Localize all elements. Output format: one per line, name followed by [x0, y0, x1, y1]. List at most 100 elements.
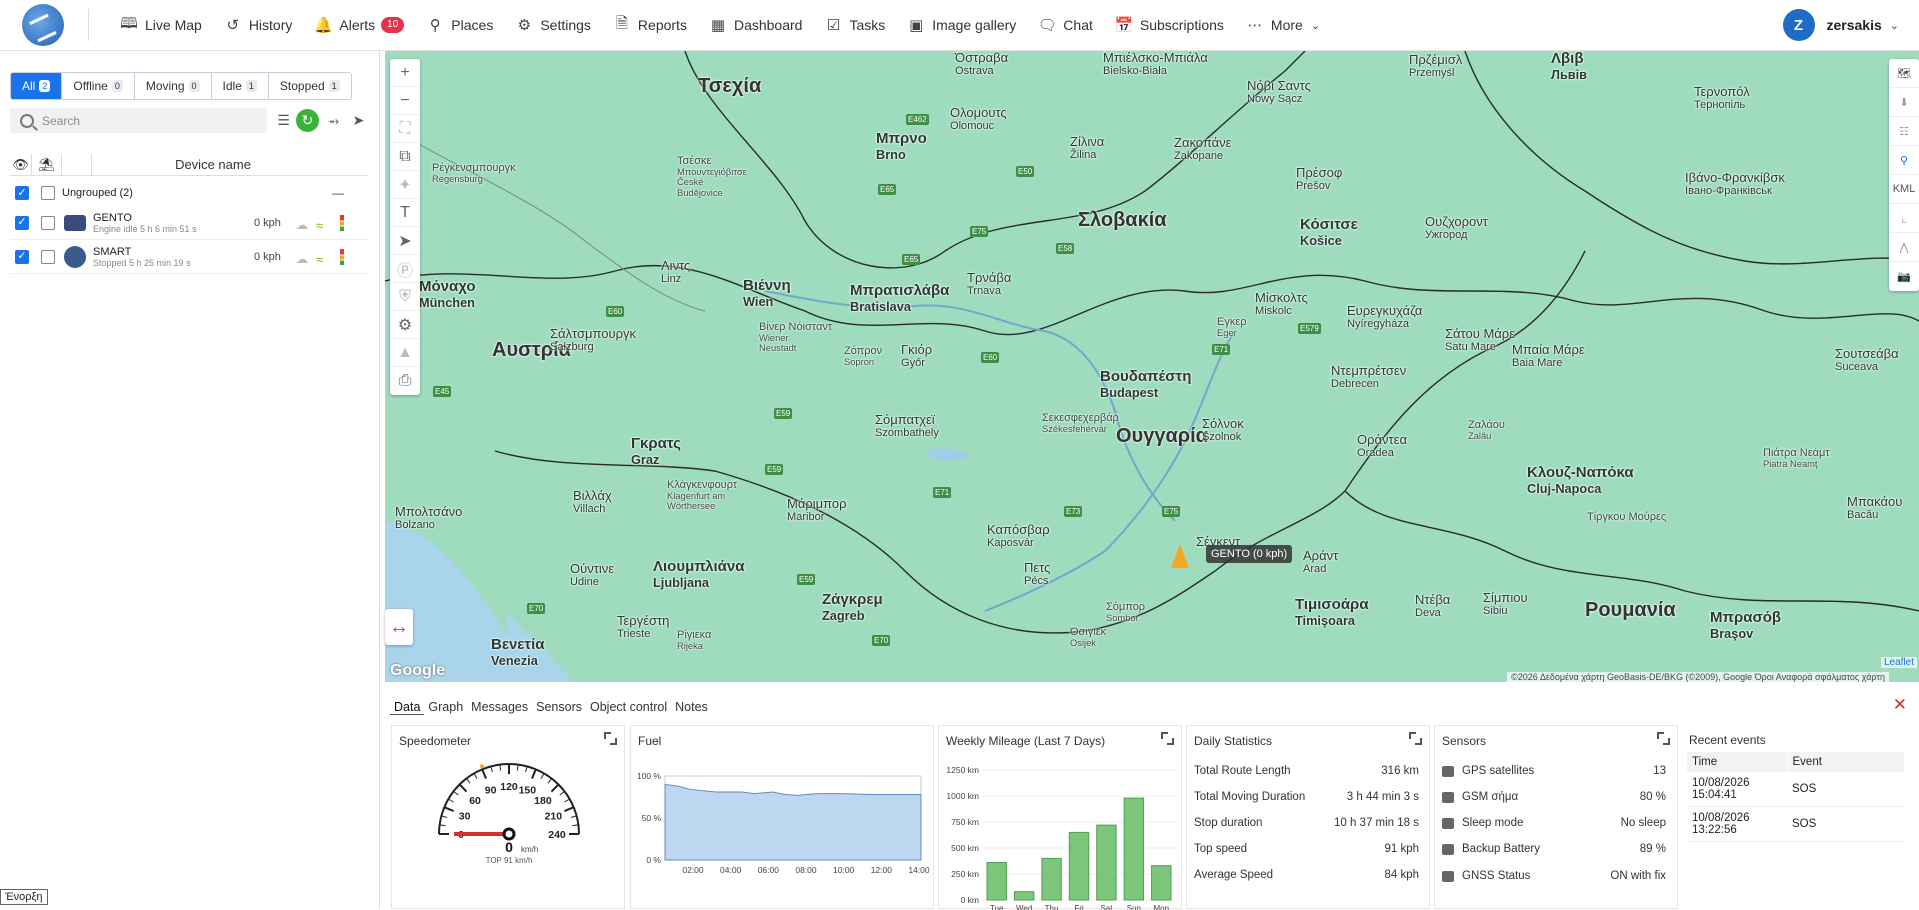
filter-stopped[interactable]: Stopped 1: [268, 73, 351, 99]
road-icon[interactable]: ▲: [390, 339, 420, 367]
gauge-tick: [473, 773, 478, 779]
send-command-icon[interactable]: ➤: [346, 108, 371, 133]
panel-resize-button[interactable]: ↔: [385, 609, 413, 645]
map-place-label: Κόσιτσε Košice: [1300, 216, 1358, 248]
device-visible-checkbox[interactable]: [15, 249, 29, 264]
map-place-label: Τίργκου Μούρες: [1587, 511, 1667, 523]
nav-subscriptions[interactable]: 📅 Subscriptions: [1104, 0, 1235, 51]
zoom-out-button[interactable]: −: [390, 87, 420, 115]
leaflet-link[interactable]: Leaflet: [1880, 657, 1917, 668]
search-input[interactable]: [42, 113, 242, 128]
history-icon: ↺: [226, 17, 240, 34]
tab-data[interactable]: Data: [390, 700, 425, 715]
nav-image-gallery[interactable]: ▣ Image gallery: [896, 0, 1027, 51]
navigate-icon[interactable]: ➤: [390, 227, 420, 255]
map-place-label: Εγκερ Eger: [1217, 316, 1247, 339]
location-pin-icon[interactable]: ⚲: [1889, 146, 1919, 175]
device-row-gento[interactable]: GENTO Engine idle 5 h 6 min 51 s 0 kph ☁…: [10, 206, 368, 240]
nav-image-gallery-label: Image gallery: [932, 17, 1017, 33]
settings-icon[interactable]: ⚙: [390, 311, 420, 339]
nav-tasks[interactable]: ☑ Tasks: [813, 0, 896, 51]
road-shield: E70: [527, 603, 546, 614]
vehicle-marker-gento[interactable]: [1171, 544, 1189, 568]
gauge-tick: [441, 815, 448, 818]
group-visible-checkbox[interactable]: [15, 186, 29, 200]
app-logo[interactable]: [22, 4, 64, 46]
nav-reports[interactable]: 🗎 Reports: [602, 0, 698, 51]
fullscreen-icon[interactable]: ⛶: [390, 115, 420, 143]
gauge-value: 0: [505, 839, 513, 855]
ruler-icon[interactable]: ⌞: [1889, 204, 1919, 233]
nav-history[interactable]: ↺ History: [213, 0, 304, 51]
follow-icon[interactable]: ⛱: [32, 153, 62, 176]
device-select-checkbox[interactable]: [41, 215, 55, 230]
table-row[interactable]: 10/08/2026 15:04:41 SOS: [1687, 772, 1905, 807]
route-icon[interactable]: ⋀: [1889, 233, 1919, 262]
stat-row: Total Route Length 316 km: [1194, 765, 1419, 777]
events-event-header[interactable]: Event: [1787, 752, 1905, 772]
tab-messages[interactable]: Messages: [467, 700, 532, 715]
shield-icon[interactable]: ⛨: [390, 283, 420, 311]
map-place-label: Βενετία Venezia: [491, 636, 545, 668]
user-menu[interactable]: Z zersakis ⌄: [1782, 9, 1899, 41]
share-icon[interactable]: ⥇: [321, 108, 346, 133]
map-toolbar-right: 🗺 ⬇ ☷ ⚲ KML ⌞ ⋀ 📷: [1889, 59, 1919, 291]
filter-offline[interactable]: Offline 0: [62, 73, 135, 99]
device-select-checkbox[interactable]: [41, 249, 55, 264]
fit-bounds-icon[interactable]: ⧉: [390, 143, 420, 171]
live-map[interactable]: Τσεχία Σλοβακία Αυστρία Ουγγαρία Ρουμανία Βιέ…: [385, 51, 1919, 682]
print-icon[interactable]: ⎙: [390, 367, 420, 395]
tab-sensors[interactable]: Sensors: [532, 700, 586, 715]
nav-settings[interactable]: ⚙ Settings: [504, 0, 602, 51]
close-panel-button[interactable]: ✕: [1893, 695, 1907, 715]
traffic-icon[interactable]: ☷: [1889, 117, 1919, 146]
nav-more[interactable]: ⋯ More ⌄: [1235, 0, 1331, 51]
group-collapse-toggle[interactable]: —: [332, 186, 344, 200]
fuel-widget: Fuel 100 % 50 % 0 % 02:00 04:00 06:00 08:00 10:…: [630, 725, 934, 909]
zoom-in-button[interactable]: +: [390, 59, 420, 87]
events-time-header[interactable]: Time: [1687, 752, 1788, 772]
parking-icon[interactable]: Ⓟ: [390, 255, 420, 283]
download-icon[interactable]: ⬇: [1889, 88, 1919, 117]
x-tick-label: 12:00: [871, 865, 893, 875]
map-place-label: Ευρεγκυχάζα Nyíregyháza: [1347, 303, 1423, 331]
filter-idle[interactable]: Idle 1: [211, 73, 269, 99]
eye-icon[interactable]: 👁: [10, 153, 32, 176]
map-layers-icon[interactable]: 🗺: [1889, 59, 1919, 88]
device-visible-checkbox[interactable]: [15, 215, 29, 230]
nav-places[interactable]: ⚲ Places: [415, 0, 504, 51]
expand-icon[interactable]: [1657, 732, 1670, 745]
filter-all[interactable]: All 2: [11, 73, 63, 99]
device-name-header[interactable]: Device name: [92, 154, 334, 176]
filter-moving-count: 0: [188, 80, 200, 92]
map-attribution[interactable]: ©2026 Δεδομένα χάρτη GeoBasis-DE/BKG (©2…: [1507, 672, 1889, 682]
y-tick-label: 500 km: [951, 843, 979, 853]
table-row[interactable]: 10/08/2026 13:22:56 SOS: [1687, 806, 1905, 842]
nav-chat[interactable]: 🗨 Chat: [1027, 0, 1104, 51]
map-place-label: Σάλτσμπουργκ Salzburg: [550, 326, 637, 354]
expand-icon[interactable]: [1409, 732, 1422, 745]
text-tool-icon[interactable]: T: [390, 199, 420, 227]
nav-dashboard[interactable]: ▦ Dashboard: [698, 0, 814, 51]
expand-icon[interactable]: [604, 732, 617, 745]
group-select-checkbox[interactable]: [41, 186, 55, 200]
map-toolbar-left: + − ⛶ ⧉ ✦ T ➤ Ⓟ ⛨ ⚙ ▲ ⎙: [390, 59, 420, 395]
kml-icon[interactable]: KML: [1889, 175, 1919, 204]
nav-live-map[interactable]: 🕮 Live Map: [109, 0, 213, 51]
center-icon[interactable]: ✦: [390, 171, 420, 199]
gauge-tick-label: 210: [545, 811, 563, 823]
tab-notes[interactable]: Notes: [671, 700, 712, 715]
device-row-smart[interactable]: SMART Stopped 5 h 25 min 19 s 0 kph ☁ ≈: [10, 240, 368, 274]
tab-object-control[interactable]: Object control: [586, 700, 671, 715]
expand-icon[interactable]: [1161, 732, 1174, 745]
map-place-label: Μπαία Μάρε Baia Mare: [1512, 342, 1585, 370]
filter-moving[interactable]: Moving 0: [134, 73, 212, 99]
nav-history-label: History: [248, 17, 293, 33]
nav-alerts[interactable]: 🔔 Alerts 10: [303, 0, 415, 51]
gauge-tick: [516, 764, 519, 771]
filter-settings-icon[interactable]: ☰: [271, 108, 296, 133]
calendar-icon: 📅: [1114, 17, 1134, 34]
add-device-icon[interactable]: ↻: [296, 109, 319, 132]
tab-graph[interactable]: Graph: [424, 700, 467, 715]
camera-icon[interactable]: 📷: [1889, 262, 1919, 291]
